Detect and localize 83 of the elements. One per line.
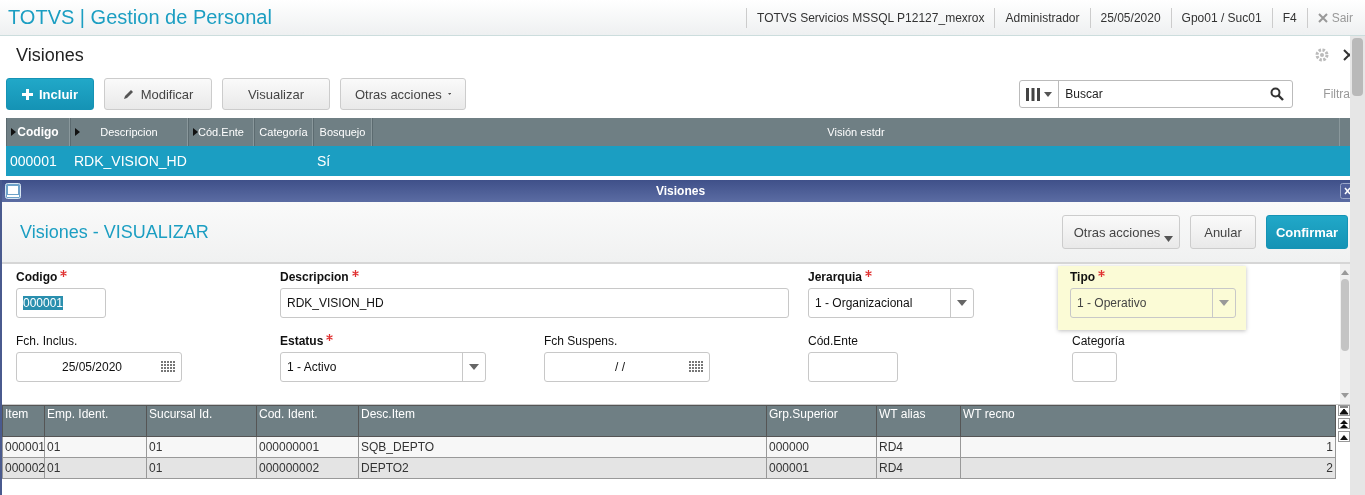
required-asterisk-icon [326, 334, 334, 341]
session-info: 25/05/2020 [1089, 7, 1171, 28]
dropdown-field[interactable]: 1 - Operativo [1070, 288, 1236, 318]
scroll-up-icon[interactable] [1338, 431, 1350, 442]
table-cell-text: 000001 [9, 153, 58, 169]
field-label: Jerarquia [808, 270, 863, 284]
scroll-page-up-icon[interactable] [1338, 418, 1350, 429]
required-asterisk-icon [1098, 270, 1106, 277]
field-label: Descripcion [280, 270, 349, 284]
session-info: F4 [1271, 7, 1307, 28]
close-icon[interactable] [1343, 49, 1350, 61]
dialog-title: Visiones [654, 184, 707, 198]
column-header[interactable]: WT alias [876, 405, 961, 437]
column-header[interactable]: Emp. Ident. [44, 405, 147, 437]
calendar-icon[interactable] [689, 361, 703, 373]
table-cell: 1 [960, 436, 1336, 458]
app-title: TOTVS | Gestion de Personal [7, 6, 273, 29]
triangle-right-icon [11, 128, 16, 136]
column-header[interactable]: Sucursal Id. [146, 405, 257, 437]
field-label: Cód.Ente [808, 334, 859, 348]
field-label: Codigo [16, 270, 58, 284]
search-bar[interactable]: Buscar [1019, 80, 1294, 108]
column-header[interactable]: Cod. Ident. [256, 405, 359, 437]
action-button[interactable]: Modificar [104, 78, 212, 110]
text-field[interactable]: RDK_VISION_HD [280, 288, 789, 318]
field-label: Fch Suspens. [544, 334, 618, 348]
date-field[interactable]: / / [544, 352, 710, 382]
menu-button[interactable]: Otras acciones [340, 78, 466, 110]
text-field[interactable]: 000001 [16, 288, 106, 318]
column-header[interactable]: Item [2, 405, 45, 437]
table-cell: 000002 [2, 457, 45, 479]
column-header[interactable]: WT recno [960, 405, 1336, 437]
text-field[interactable] [808, 352, 898, 382]
field-label: Estatus [280, 334, 324, 348]
action-button[interactable]: Confirmar [1266, 215, 1348, 249]
required-asterisk-icon [351, 270, 359, 277]
column-header[interactable]: Grp.Superior [766, 405, 877, 437]
caret-down-icon [1219, 300, 1229, 306]
columns-icon [1026, 87, 1041, 101]
triangle-right-icon [193, 128, 198, 136]
window-icon [5, 183, 21, 199]
field-label: Tipo [1070, 270, 1096, 284]
action-button[interactable]: Incluir [6, 78, 94, 110]
calendar-icon[interactable] [161, 361, 175, 373]
session-info: Gpo01 / Suc01 [1170, 7, 1272, 28]
table-cell: DEPTO2 [358, 457, 767, 479]
scrollbar-thumb[interactable] [1352, 38, 1363, 96]
table-cell-text: Sí [316, 153, 332, 169]
search-icon[interactable] [1270, 87, 1285, 101]
table-cell: 2 [960, 457, 1336, 479]
field-label: Fch. Inclus. [16, 334, 78, 348]
session-info: TOTVS Servicios MSSQL P12127_mexrox [746, 7, 995, 28]
page-title: Visiones [16, 44, 85, 66]
caret-down-icon [1164, 236, 1173, 242]
close-icon [1317, 12, 1328, 23]
caret-down-icon [469, 364, 479, 370]
dropdown-field[interactable]: 1 - Organizacional [808, 288, 974, 318]
triangle-right-icon [75, 128, 80, 136]
text-field[interactable] [1072, 352, 1117, 382]
column-header[interactable]: Desc.Item [358, 405, 767, 437]
table-cell-text: RDK_VISION_HD [73, 153, 188, 169]
session-info: Administrador [994, 7, 1090, 28]
scroll-down-icon[interactable] [1341, 393, 1349, 398]
table-cell: SQB_DEPTO [358, 436, 767, 458]
date-field[interactable]: 25/05/2020 [16, 352, 182, 382]
search-field[interactable]: Buscar [1059, 86, 1271, 102]
dropdown-field[interactable]: 1 - Activo [280, 352, 486, 382]
action-button[interactable]: Visualizar [222, 78, 330, 110]
pencil-icon [122, 88, 135, 100]
plus-icon [22, 88, 33, 100]
required-asterisk-icon [60, 270, 68, 277]
table-cell: 000001 [2, 436, 45, 458]
caret-down-icon [957, 300, 967, 306]
field-label: Categoría [1072, 334, 1125, 348]
required-asterisk-icon [865, 270, 873, 277]
action-button[interactable]: Anular [1190, 215, 1256, 249]
menu-button[interactable]: Otras acciones [1062, 215, 1180, 249]
caret-down-icon [1044, 91, 1053, 97]
scroll-top-icon[interactable] [1338, 405, 1350, 416]
filter-label[interactable]: Filtra [1323, 87, 1350, 101]
scrollbar-thumb[interactable] [1341, 279, 1349, 351]
table-row[interactable]: 000001 RDK_VISION_HD Sí [6, 146, 1350, 176]
dialog-heading: Visiones - VISUALIZAR [20, 221, 210, 243]
